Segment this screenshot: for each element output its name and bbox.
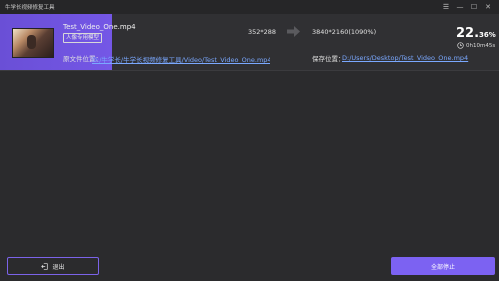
- arrow-right-icon: [287, 26, 300, 37]
- maximize-icon[interactable]: ☐: [467, 0, 481, 14]
- target-resolution: 3840*2160(1090%): [312, 28, 377, 36]
- minimize-icon[interactable]: —: [453, 0, 467, 14]
- exit-button[interactable]: 退出: [7, 257, 99, 275]
- file-name: Test_Video_One.mp4: [63, 23, 136, 31]
- save-path-link[interactable]: D:/Users/Desktop/Test_Video_One.mp4: [342, 54, 468, 62]
- title-bar: 牛学长视频修复工具 ☰ — ☐ ✕: [0, 0, 499, 14]
- exit-icon: [41, 262, 49, 270]
- time-remaining-text: 0h10m45s: [466, 42, 496, 49]
- menu-icon[interactable]: ☰: [439, 0, 453, 14]
- progress-percent-dec: 36%: [479, 31, 496, 39]
- task-row: Test_Video_One.mp4 人像专用模型 352*288 3840*2…: [0, 14, 499, 71]
- source-path-link[interactable]: D:/牛学长/牛学长视频修复工具/Video/Test_Video_One.mp…: [92, 54, 270, 64]
- model-badge: 人像专用模型: [63, 33, 103, 43]
- source-resolution: 352*288: [248, 28, 277, 36]
- time-remaining: 0h10m45s: [457, 42, 495, 49]
- bottom-bar: 退出 全部停止: [0, 249, 499, 281]
- progress-percent: 22.36%: [456, 22, 496, 41]
- clock-icon: [457, 42, 464, 49]
- video-thumbnail: [12, 28, 54, 58]
- exit-button-label: 退出: [52, 263, 65, 271]
- close-icon[interactable]: ✕: [481, 0, 495, 14]
- stop-all-button-label: 全部停止: [430, 263, 455, 271]
- save-path-label: 保存位置：: [312, 55, 345, 63]
- app-title: 牛学长视频修复工具: [5, 5, 55, 11]
- progress-percent-int: 22.: [456, 26, 480, 41]
- stop-all-button[interactable]: 全部停止: [391, 257, 495, 275]
- window-controls: ☰ — ☐ ✕: [439, 0, 495, 14]
